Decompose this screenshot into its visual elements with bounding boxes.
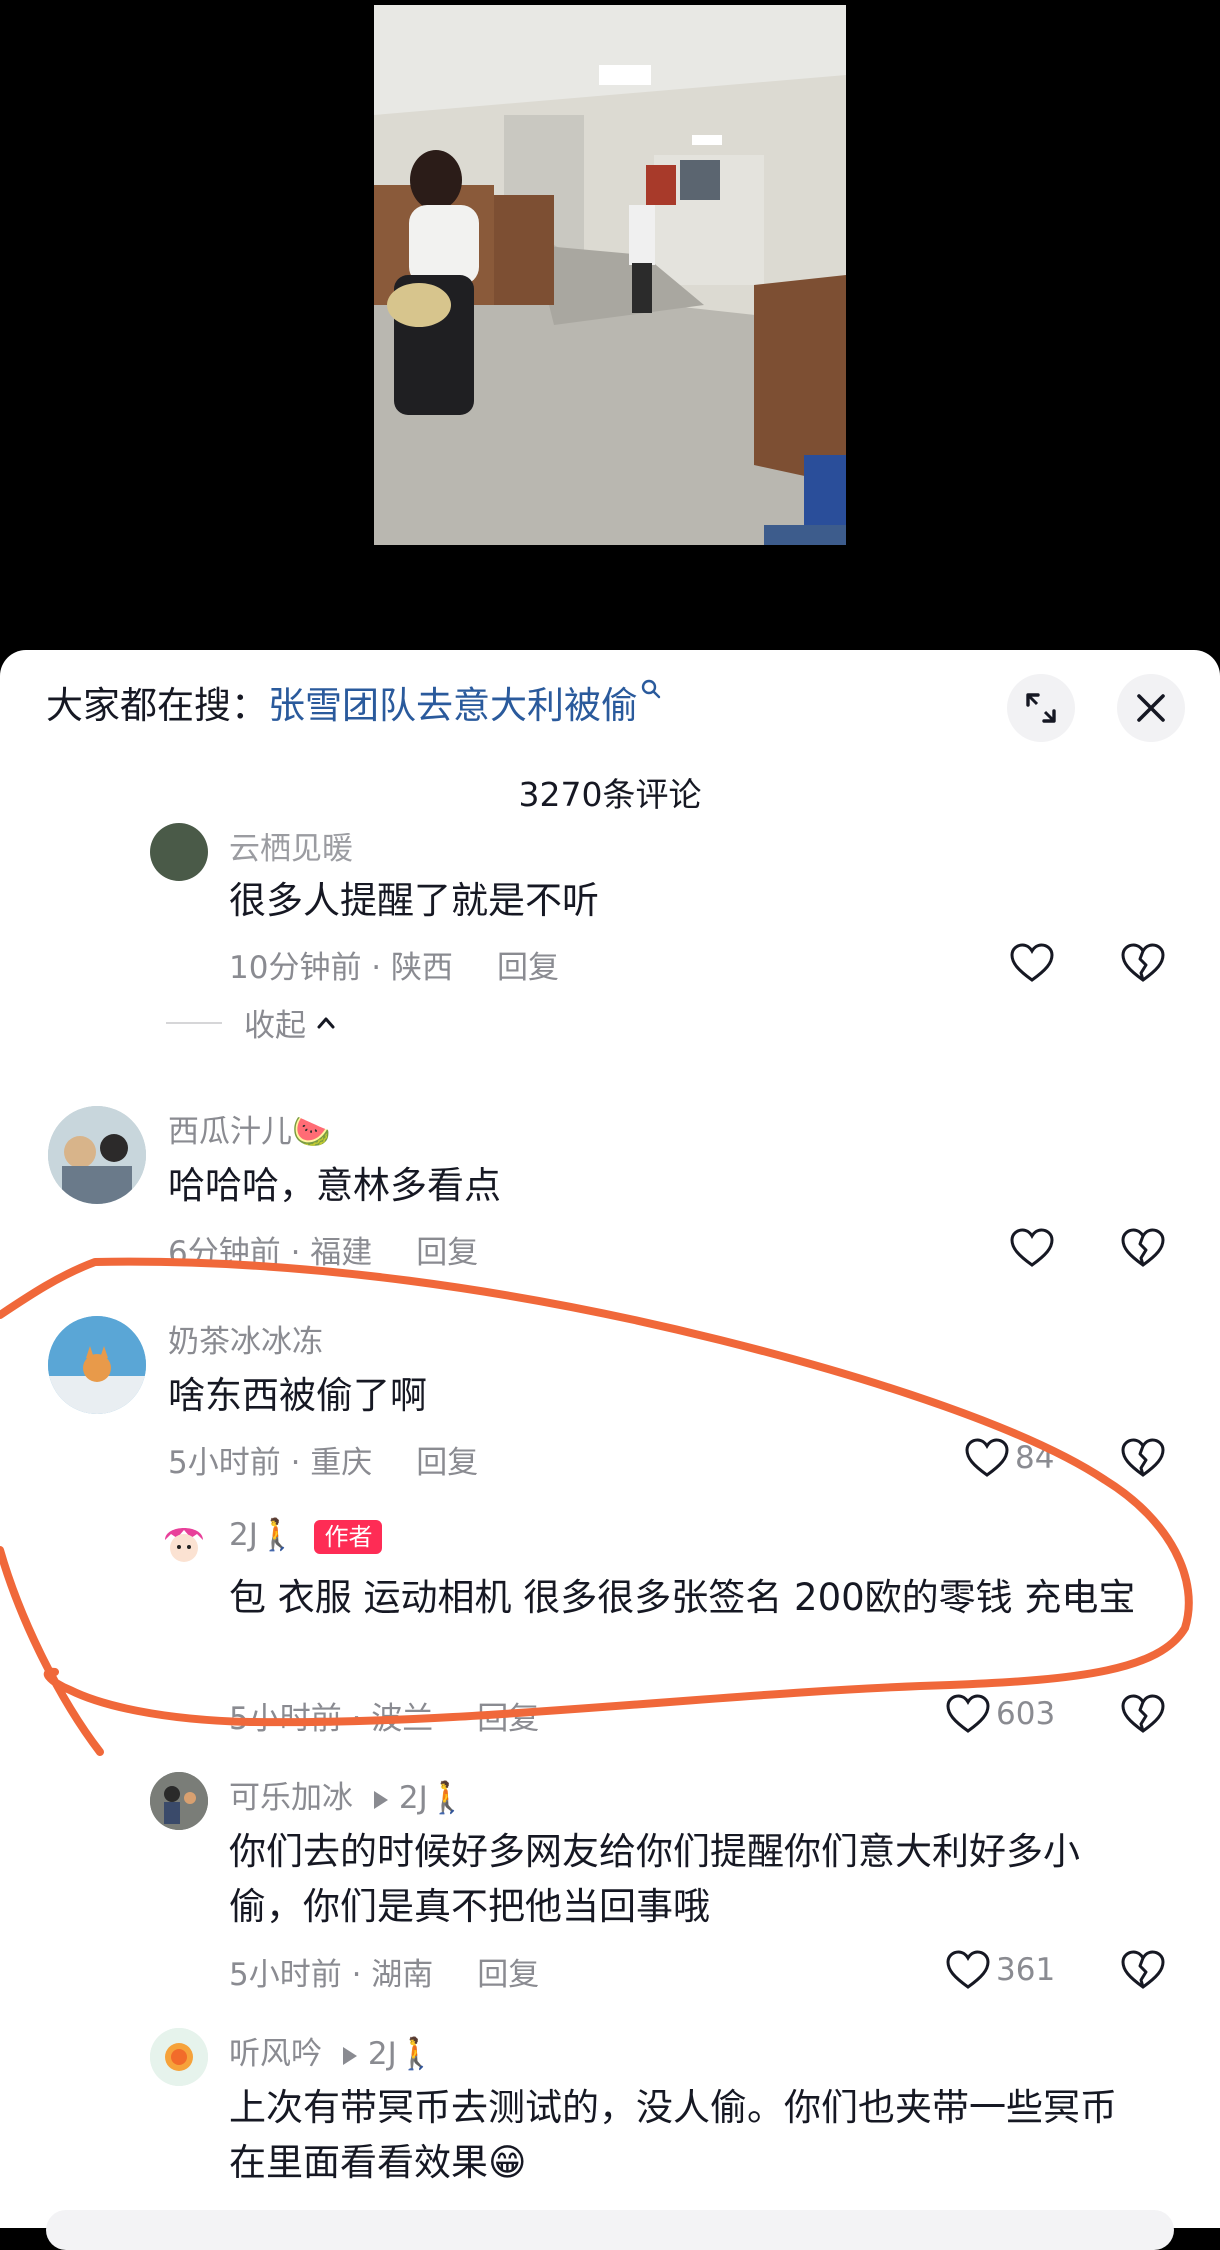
- like-count: 603: [996, 1696, 1056, 1732]
- comment-text: 包 衣服 运动相机 很多很多张签名 200欧的零钱 充电宝: [229, 1576, 1136, 1619]
- comment-input-bar[interactable]: [46, 2210, 1174, 2250]
- comment-time: 10分钟前: [229, 950, 362, 986]
- like-icon[interactable]: [1008, 1224, 1056, 1272]
- collapse-label: 收起: [244, 1008, 306, 1044]
- close-button[interactable]: [1117, 674, 1185, 742]
- like-button[interactable]: 361: [944, 1946, 1055, 1994]
- comment-count: 3270条评论: [518, 775, 702, 814]
- comment-location: 湖南: [371, 1957, 434, 1993]
- comment-username[interactable]: 西瓜汁儿🍉: [168, 1106, 331, 1151]
- avatar[interactable]: [48, 1316, 146, 1414]
- dislike-icon[interactable]: [1119, 1690, 1167, 1738]
- chevron-up-icon: [317, 1017, 335, 1028]
- avatar-image: [48, 1316, 146, 1414]
- dislike-icon[interactable]: [1119, 1434, 1167, 1482]
- comment-username[interactable]: 可乐加冰 2J🚶: [229, 1772, 466, 1817]
- video-player[interactable]: [374, 5, 846, 545]
- search-prefix: 大家都在搜：: [46, 684, 268, 727]
- comment-text: 哈哈哈，意林多看点: [168, 1164, 501, 1207]
- video-frame-image: [374, 5, 846, 545]
- comment-meta: 5小时前 · 重庆 回复: [168, 1445, 479, 1481]
- expand-icon: [1026, 693, 1056, 723]
- comment-meta: 5小时前 · 湖南 回复: [229, 1957, 540, 1993]
- comment-username[interactable]: 奶茶冰冰冻: [168, 1316, 323, 1361]
- dislike-icon[interactable]: [1119, 1224, 1167, 1272]
- reply-author: 听风吟: [229, 2036, 322, 2072]
- avatar-image: [150, 2028, 208, 2086]
- reply-button[interactable]: 回复: [477, 1957, 539, 1993]
- reply-button[interactable]: 回复: [497, 950, 559, 986]
- dislike-icon[interactable]: [1119, 939, 1167, 987]
- avatar-image: [157, 1516, 211, 1570]
- reply-target: 2J🚶: [367, 2036, 436, 2072]
- author-name: 2J🚶: [229, 1517, 297, 1553]
- avatar[interactable]: [150, 2028, 208, 2086]
- reply-button[interactable]: 回复: [416, 1235, 478, 1271]
- comment-text: 上次有带冥币去测试的，没人偷。你们也夹带一些冥币在里面看看效果😁: [229, 2086, 1117, 2184]
- comment-text: 你们去的时候好多网友给你们提醒你们意大利好多小偷，你们是真不把他当回事哦: [229, 1830, 1080, 1928]
- reply-author: 可乐加冰: [229, 1780, 353, 1816]
- comment-meta: 10分钟前 · 陕西 回复: [229, 950, 560, 986]
- close-icon: [1137, 694, 1165, 722]
- trending-search-bar[interactable]: 大家都在搜：张雪团队去意大利被偷: [46, 678, 662, 734]
- reply-button[interactable]: 回复: [416, 1445, 478, 1481]
- like-count: 361: [996, 1952, 1056, 1988]
- avatar[interactable]: [157, 1516, 211, 1570]
- comment-username[interactable]: 2J🚶 作者: [229, 1516, 383, 1554]
- avatar[interactable]: [48, 1106, 146, 1204]
- reply-arrow-icon: [342, 2046, 357, 2065]
- like-icon[interactable]: [1008, 939, 1056, 987]
- comment-text: 啥东西被偷了啊: [168, 1374, 427, 1417]
- comment-meta: 6分钟前 · 福建 回复: [168, 1235, 479, 1271]
- reply-arrow-icon: [373, 1790, 388, 1809]
- like-button[interactable]: 84: [963, 1434, 1054, 1482]
- like-icon: [946, 1950, 990, 1989]
- avatar-image: [48, 1106, 146, 1204]
- author-badge: 作者: [314, 1519, 383, 1554]
- avatar[interactable]: [150, 823, 208, 881]
- comment-location: 波兰: [371, 1701, 434, 1737]
- like-count: 84: [1015, 1440, 1055, 1476]
- like-button[interactable]: 603: [944, 1690, 1055, 1738]
- expand-button[interactable]: [1007, 674, 1075, 742]
- comment-location: 福建: [310, 1235, 373, 1271]
- like-icon: [965, 1438, 1009, 1477]
- comment-text: 很多人提醒了就是不听: [229, 879, 599, 922]
- search-query-link[interactable]: 张雪团队去意大利被偷: [268, 684, 638, 727]
- comment-username[interactable]: 听风吟 2J🚶: [229, 2028, 435, 2073]
- comment-time: 6分钟前: [168, 1235, 281, 1271]
- like-icon: [946, 1694, 990, 1733]
- comment-meta: 5小时前 · 波兰 回复: [229, 1701, 540, 1737]
- avatar[interactable]: [150, 1772, 208, 1830]
- avatar-image: [150, 1772, 208, 1830]
- comment-time: 5小时前: [229, 1701, 342, 1737]
- reply-target: 2J🚶: [398, 1780, 467, 1816]
- search-icon: [641, 679, 661, 699]
- comment-location: 陕西: [391, 950, 454, 986]
- dislike-icon[interactable]: [1119, 1946, 1167, 1994]
- comment-time: 5小时前: [168, 1445, 281, 1481]
- collapse-replies-button[interactable]: 收起: [166, 1000, 346, 1045]
- comment-time: 5小时前: [229, 1957, 342, 1993]
- reply-button[interactable]: 回复: [477, 1701, 539, 1737]
- comment-location: 重庆: [310, 1445, 373, 1481]
- divider: [166, 1021, 222, 1024]
